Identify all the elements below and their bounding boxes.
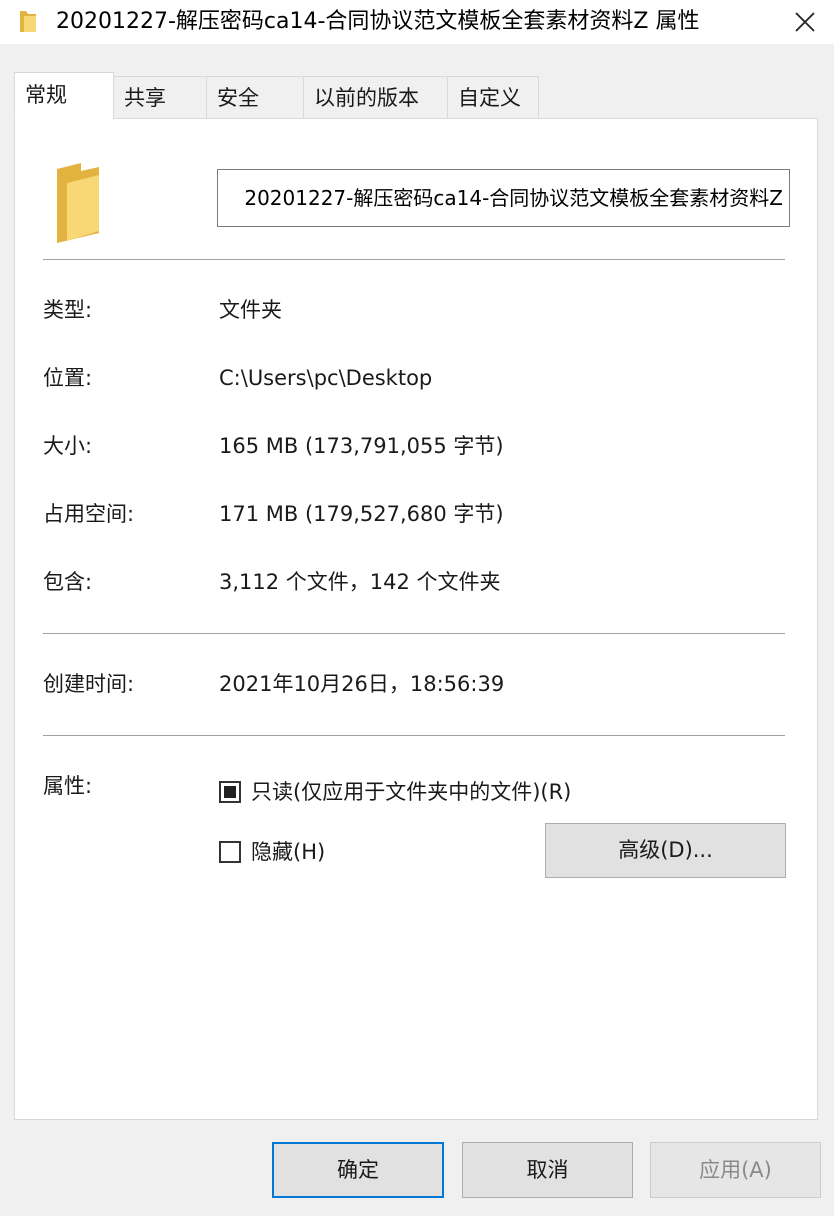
close-icon <box>795 12 815 32</box>
created-label: 创建时间: <box>43 672 135 696</box>
location-value: C:\Users\pc\Desktop <box>219 366 433 390</box>
contains-label: 包含: <box>43 570 93 594</box>
disk-size-label: 占用空间: <box>43 502 135 526</box>
tab-sharing[interactable]: 共享 <box>113 76 207 118</box>
disk-size-value: 171 MB (179,527,680 字节) <box>219 502 504 526</box>
contains-value: 3,112 个文件，142 个文件夹 <box>219 570 501 594</box>
size-value: 165 MB (173,791,055 字节) <box>219 434 504 458</box>
location-label: 位置: <box>43 366 93 390</box>
hidden-label[interactable]: 隐藏(H) <box>251 837 325 867</box>
hidden-checkbox[interactable] <box>219 841 241 863</box>
folder-name-input[interactable]: 20201227-解压密码ca14-合同协议范文模板全套素材资料Z <box>217 169 790 227</box>
divider <box>43 259 785 260</box>
attributes-label: 属性: <box>43 774 93 798</box>
tab-security[interactable]: 安全 <box>206 76 304 118</box>
general-panel: 20201227-解压密码ca14-合同协议范文模板全套素材资料Z 类型: 文件… <box>14 118 818 1120</box>
type-label: 类型: <box>43 298 93 322</box>
created-value: 2021年10月26日，18:56:39 <box>219 672 505 696</box>
close-button[interactable] <box>776 0 834 44</box>
tab-customize[interactable]: 自定义 <box>447 76 539 118</box>
readonly-checkbox[interactable] <box>219 781 241 803</box>
tab-previous-versions[interactable]: 以前的版本 <box>303 76 448 118</box>
folder-icon <box>55 159 103 247</box>
size-label: 大小: <box>43 434 93 458</box>
title-bar: 20201227-解压密码ca14-合同协议范文模板全套素材资料Z 属性 <box>0 0 834 44</box>
divider <box>43 735 785 736</box>
folder-icon <box>18 8 38 34</box>
divider <box>43 633 785 634</box>
indeterminate-mark <box>224 786 236 798</box>
cancel-button[interactable]: 取消 <box>462 1142 633 1198</box>
advanced-button[interactable]: 高级(D)... <box>545 823 786 878</box>
type-value: 文件夹 <box>219 298 282 322</box>
ok-button[interactable]: 确定 <box>272 1142 444 1198</box>
window-title: 20201227-解压密码ca14-合同协议范文模板全套素材资料Z 属性 <box>56 9 700 34</box>
tab-general[interactable]: 常规 <box>14 72 114 120</box>
readonly-label[interactable]: 只读(仅应用于文件夹中的文件)(R) <box>251 777 571 807</box>
apply-button[interactable]: 应用(A) <box>650 1142 821 1198</box>
